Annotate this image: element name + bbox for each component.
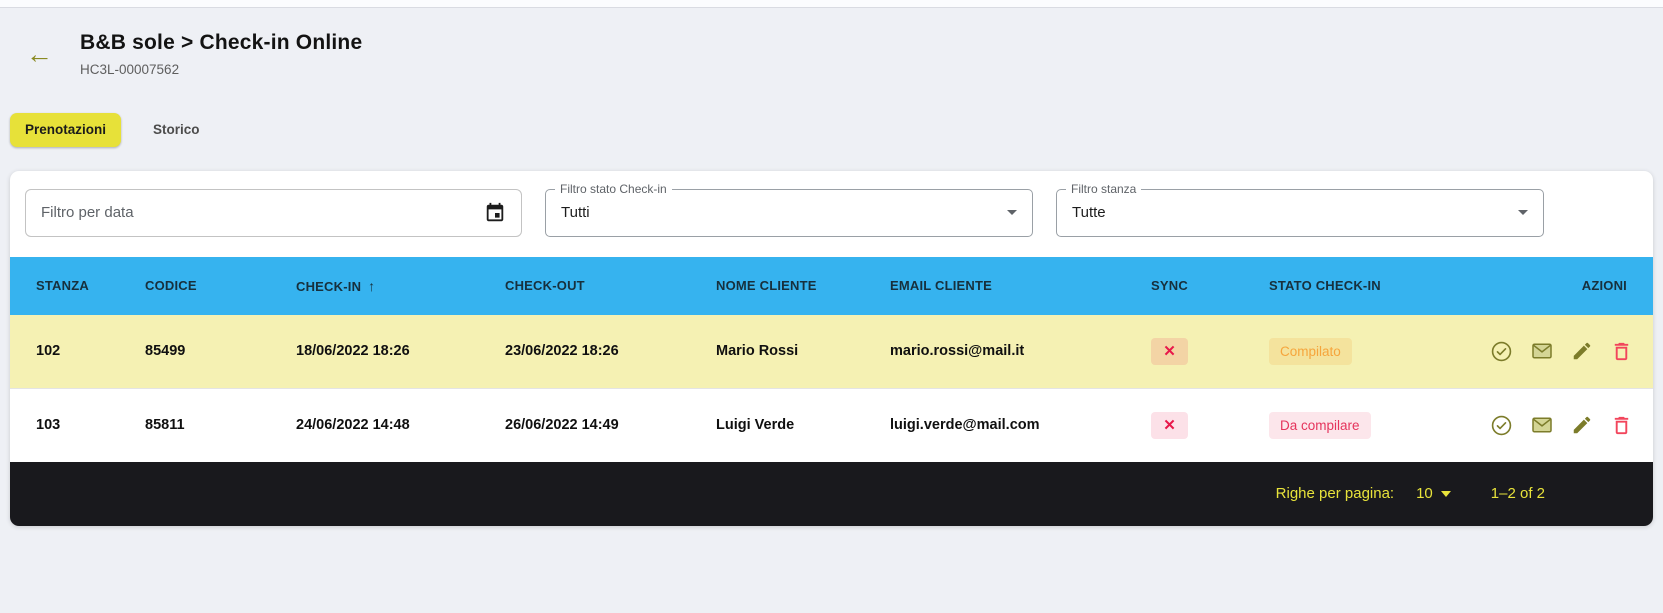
col-header-azioni: AZIONI <box>1490 278 1653 293</box>
rows-per-page-select[interactable]: 10 <box>1416 485 1451 502</box>
cell-stanza: 103 <box>36 417 145 433</box>
row-actions <box>1490 339 1633 363</box>
bookings-card: Filtro per data Filtro stato Check-in Tu… <box>10 171 1653 526</box>
room-filter-select[interactable]: Filtro stanza Tutte <box>1056 189 1544 237</box>
cell-checkin: 24/06/2022 14:48 <box>296 417 505 433</box>
send-email-button[interactable] <box>1530 339 1554 363</box>
status-filter-select[interactable]: Filtro stato Check-in Tutti <box>545 189 1033 237</box>
rows-per-page-value: 10 <box>1416 485 1433 502</box>
status-filter-label: Filtro stato Check-in <box>555 182 672 196</box>
back-button[interactable]: ← <box>26 41 53 68</box>
page-title: B&B sole > Check-in Online <box>80 31 362 55</box>
envelope-icon <box>1530 339 1554 363</box>
date-filter-input[interactable]: Filtro per data <box>25 189 522 237</box>
cell-nome-cliente: Luigi Verde <box>716 417 890 433</box>
chevron-down-icon <box>1441 491 1451 497</box>
cell-checkout: 26/06/2022 14:49 <box>505 417 716 433</box>
send-email-button[interactable] <box>1530 413 1554 437</box>
rows-per-page-label: Righe per pagina: <box>1276 485 1394 502</box>
col-header-stanza[interactable]: STANZA <box>36 278 145 293</box>
pagination-range: 1–2 of 2 <box>1491 485 1545 502</box>
room-filter-value: Tutte <box>1072 204 1518 221</box>
col-header-email-cliente[interactable]: EMAIL CLIENTE <box>890 278 1151 293</box>
cell-email-cliente: mario.rossi@mail.it <box>890 343 1151 359</box>
pagination-bar: Righe per pagina: 10 1–2 of 2 <box>10 462 1653 526</box>
col-header-sync[interactable]: SYNC <box>1151 278 1269 293</box>
status-badge: Da compilare <box>1269 412 1371 439</box>
col-header-checkin[interactable]: CHECK-IN ↑ <box>296 278 505 294</box>
check-circle-icon <box>1490 414 1513 437</box>
row-actions <box>1490 413 1633 437</box>
check-circle-icon <box>1490 340 1513 363</box>
chevron-down-icon <box>1007 210 1017 215</box>
cell-nome-cliente: Mario Rossi <box>716 343 890 359</box>
room-filter-label: Filtro stanza <box>1066 182 1141 196</box>
cell-sync: ✕ <box>1151 412 1269 439</box>
cell-sync: ✕ <box>1151 338 1269 365</box>
calendar-icon <box>484 202 506 224</box>
sync-failed-x-icon[interactable]: ✕ <box>1151 338 1188 365</box>
back-arrow-icon: ← <box>26 41 53 68</box>
pencil-icon <box>1571 414 1593 436</box>
cell-codice: 85499 <box>145 343 296 359</box>
col-header-stato-checkin[interactable]: STATO CHECK-IN <box>1269 278 1490 293</box>
confirm-checkin-button[interactable] <box>1490 414 1513 437</box>
trash-icon <box>1610 414 1633 437</box>
delete-button[interactable] <box>1610 414 1633 437</box>
edit-button[interactable] <box>1571 414 1593 436</box>
cell-stato-checkin: Compilato <box>1269 338 1490 365</box>
col-header-checkout[interactable]: CHECK-OUT <box>505 278 716 293</box>
cell-checkin: 18/06/2022 18:26 <box>296 343 505 359</box>
confirm-checkin-button[interactable] <box>1490 340 1513 363</box>
cell-codice: 85811 <box>145 417 296 433</box>
status-filter-value: Tutti <box>561 204 1007 221</box>
col-header-codice[interactable]: CODICE <box>145 278 296 293</box>
cell-checkout: 23/06/2022 18:26 <box>505 343 716 359</box>
col-header-nome-cliente[interactable]: NOME CLIENTE <box>716 278 890 293</box>
title-block: B&B sole > Check-in Online HC3L-00007562 <box>80 31 362 77</box>
cell-azioni <box>1490 339 1653 363</box>
envelope-icon <box>1530 413 1554 437</box>
chevron-down-icon <box>1518 210 1528 215</box>
status-badge: Compilato <box>1269 338 1352 365</box>
pencil-icon <box>1571 340 1593 362</box>
trash-icon <box>1610 340 1633 363</box>
table-header: STANZA CODICE CHECK-IN ↑ CHECK-OUT NOME C… <box>10 257 1653 315</box>
page-subtitle: HC3L-00007562 <box>80 62 362 77</box>
cell-azioni <box>1490 413 1653 437</box>
page-header: ← B&B sole > Check-in Online HC3L-000075… <box>0 8 1663 77</box>
cell-stato-checkin: Da compilare <box>1269 412 1490 439</box>
table-row[interactable]: 103 85811 24/06/2022 14:48 26/06/2022 14… <box>10 388 1653 462</box>
sort-ascending-icon[interactable]: ↑ <box>368 278 375 294</box>
col-header-checkin-label: CHECK-IN <box>296 279 361 294</box>
filters-bar: Filtro per data Filtro stato Check-in Tu… <box>10 171 1653 257</box>
tab-storico[interactable]: Storico <box>138 113 215 147</box>
table-row[interactable]: 102 85499 18/06/2022 18:26 23/06/2022 18… <box>10 315 1653 388</box>
tab-prenotazioni[interactable]: Prenotazioni <box>10 113 121 147</box>
cell-stanza: 102 <box>36 343 145 359</box>
top-strip <box>0 0 1663 8</box>
cell-email-cliente: luigi.verde@mail.com <box>890 417 1151 433</box>
date-filter-placeholder: Filtro per data <box>41 204 484 221</box>
delete-button[interactable] <box>1610 340 1633 363</box>
calendar-button[interactable] <box>484 202 506 224</box>
sync-failed-x-icon[interactable]: ✕ <box>1151 412 1188 439</box>
tabs-bar: Prenotazioni Storico <box>10 113 1663 147</box>
edit-button[interactable] <box>1571 340 1593 362</box>
